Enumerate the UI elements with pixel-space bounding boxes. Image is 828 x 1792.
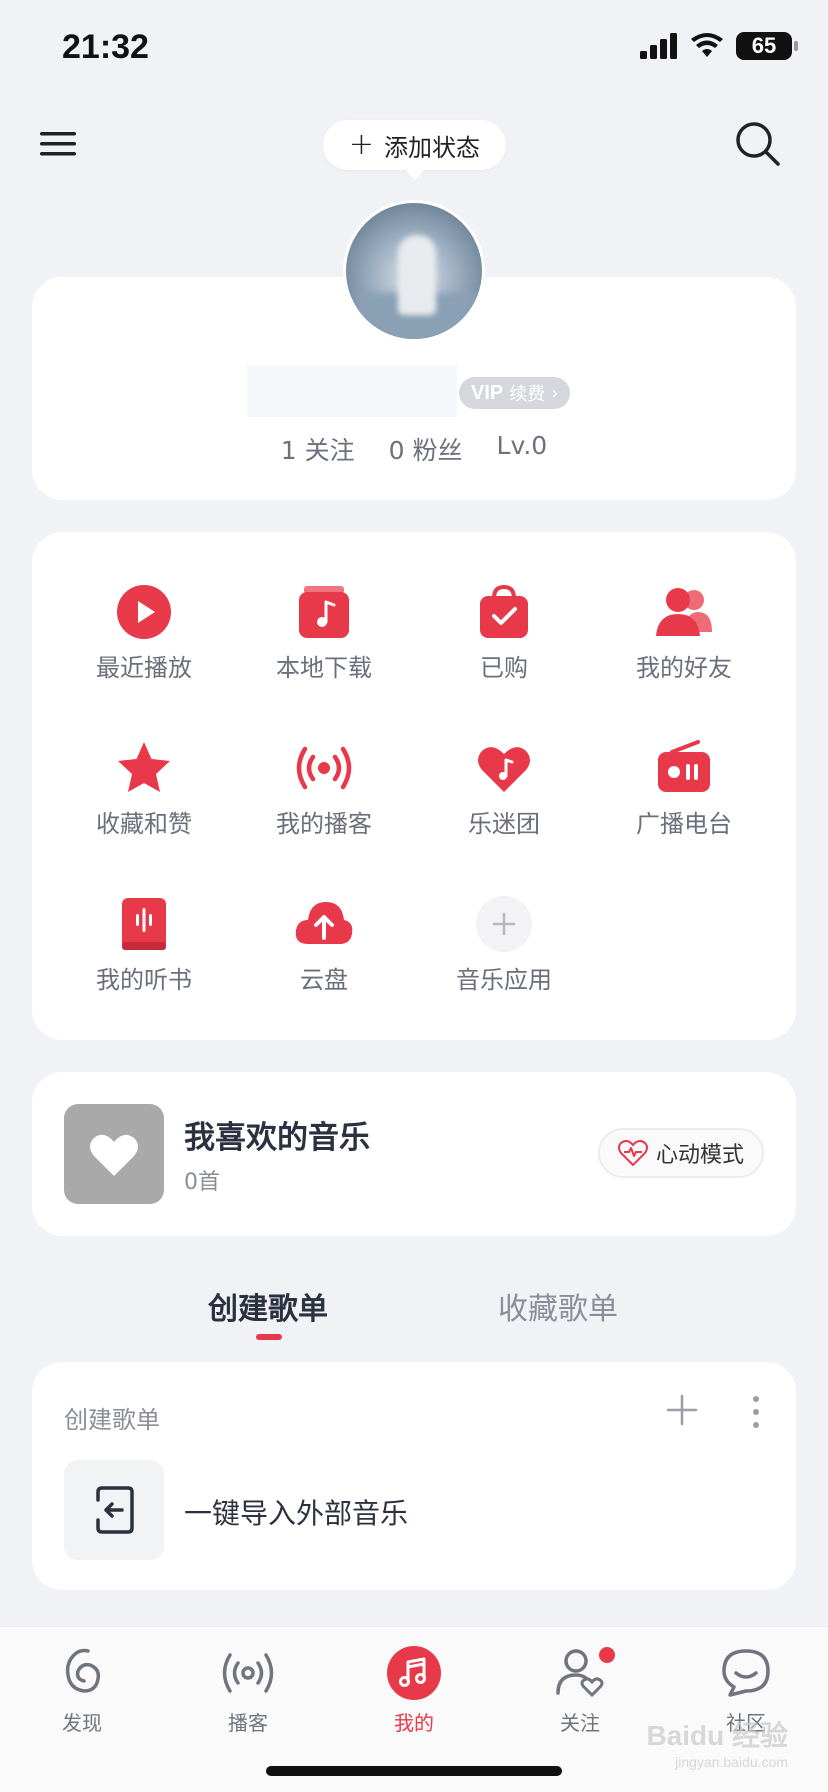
add-status-label: 添加状态: [384, 133, 481, 162]
cloud-upload-icon: [295, 902, 353, 944]
level-stat[interactable]: Lv.0: [497, 431, 548, 467]
search-icon[interactable]: [732, 118, 784, 170]
nav-label: 播客: [228, 1711, 268, 1735]
heart-music-icon: [478, 747, 530, 792]
grid-item-local-download[interactable]: 本地下载: [234, 562, 414, 692]
add-status-button[interactable]: + 添加状态: [323, 120, 506, 180]
liked-music-cover[interactable]: [64, 1104, 164, 1204]
heart-mode-label: 心动模式: [655, 1143, 744, 1168]
more-vertical-icon[interactable]: [750, 1394, 762, 1430]
import-label: 一键导入外部音乐: [184, 1497, 409, 1530]
plus-icon[interactable]: [664, 1392, 700, 1428]
grid-item-music-apps[interactable]: 音乐应用: [414, 874, 594, 1004]
music-note-folder-icon: [299, 586, 349, 638]
nav-label: 我的: [394, 1711, 434, 1735]
grid-item-cloud-drive[interactable]: 云盘: [234, 874, 414, 1004]
playlist-tabs: 创建歌单 收藏歌单: [0, 1284, 828, 1344]
liked-music-title: 我喜欢的音乐: [184, 1120, 370, 1156]
watermark-url: jingyan.baidu.com: [675, 1754, 788, 1770]
following-count: 1: [280, 436, 297, 465]
fans-stat[interactable]: 0 粉丝: [389, 431, 463, 467]
tab-collected-playlists[interactable]: 收藏歌单: [498, 1284, 618, 1328]
cellular-signal-icon: [640, 33, 677, 59]
grid-item-fan-club[interactable]: 乐迷团: [414, 718, 594, 848]
radio-icon: [658, 740, 710, 792]
grid-item-audiobooks[interactable]: 我的听书: [54, 874, 234, 1004]
music-note-icon: [387, 1646, 441, 1700]
book-audio-icon: [122, 898, 166, 950]
home-indicator: [266, 1766, 562, 1776]
nav-podcast[interactable]: 播客: [193, 1643, 303, 1753]
play-circle-icon: [117, 585, 171, 639]
import-icon: [96, 1486, 134, 1534]
shopping-bag-check-icon: [480, 584, 528, 638]
grid-item-purchased[interactable]: 已购: [414, 562, 594, 692]
avatar-figure: [398, 235, 436, 315]
tab-created-playlists[interactable]: 创建歌单: [208, 1284, 328, 1328]
battery-indicator: 65: [736, 32, 798, 60]
shortcut-grid: 最近播放 本地下载 已购 我的好友 收藏和赞 我的播客 乐迷团 广播电台 我的听…: [32, 532, 796, 1040]
vip-brand: VIP: [471, 381, 504, 404]
grid-item-label: 云盘: [300, 966, 348, 994]
fans-label: 粉丝: [412, 436, 463, 465]
chevron-right-icon: ›: [551, 382, 559, 404]
podcast-icon: [222, 1653, 274, 1693]
plus-icon: +: [348, 127, 375, 162]
vip-renew-badge[interactable]: VIP 续费 ›: [459, 377, 571, 409]
grid-item-radio[interactable]: 广播电台: [594, 718, 774, 848]
fans-count: 0: [388, 436, 405, 465]
discover-icon: [65, 1648, 101, 1693]
liked-music-card[interactable]: 我喜欢的音乐 0首 心动模式: [32, 1072, 796, 1236]
username[interactable]: [247, 365, 457, 417]
grid-item-label: 广播电台: [636, 810, 732, 838]
nav-label: 关注: [560, 1711, 600, 1735]
grid-item-label: 乐迷团: [468, 810, 540, 838]
menu-icon[interactable]: [36, 122, 80, 166]
community-icon: [722, 1649, 770, 1697]
grid-item-label: 我的听书: [96, 966, 192, 994]
grid-item-label: 最近播放: [96, 654, 192, 682]
grid-item-label: 我的播客: [276, 810, 372, 838]
avatar[interactable]: [343, 200, 485, 342]
vip-renew-label: 续费: [509, 384, 546, 405]
notification-dot: [599, 1647, 615, 1663]
liked-music-count: 0首: [184, 1170, 220, 1195]
status-time: 21:32: [62, 28, 149, 66]
following-label: 关注: [304, 436, 355, 465]
grid-item-my-podcast[interactable]: 我的播客: [234, 718, 414, 848]
profile-stats: 1 关注 0 粉丝 Lv.0: [32, 431, 796, 467]
grid-item-label: 音乐应用: [456, 966, 552, 994]
broadcast-icon: [296, 746, 352, 790]
grid-item-label: 我的好友: [636, 654, 732, 682]
plus-circle-icon: [476, 896, 532, 952]
grid-item-label: 已购: [480, 654, 528, 682]
created-playlists-card: 创建歌单 一键导入外部音乐: [32, 1362, 796, 1590]
created-playlists-header: 创建歌单: [64, 1406, 160, 1434]
status-bar: 21:32 65: [0, 0, 828, 100]
nav-label: 发现: [62, 1711, 102, 1735]
grid-item-favorites[interactable]: 收藏和赞: [54, 718, 234, 848]
following-stat[interactable]: 1 关注: [281, 431, 355, 467]
star-icon: [118, 742, 170, 792]
wifi-icon: [691, 33, 723, 57]
top-bar: + 添加状态: [0, 100, 828, 190]
heart-icon: [90, 1134, 138, 1176]
grid-item-label: 收藏和赞: [96, 810, 192, 838]
status-icons: 65: [640, 32, 798, 60]
friends-icon: [656, 588, 712, 636]
grid-item-recent-play[interactable]: 最近播放: [54, 562, 234, 692]
watermark-brand: Baidu 经验: [646, 1720, 788, 1751]
grid-item-label: 本地下载: [276, 654, 372, 682]
heart-mode-button[interactable]: 心动模式: [597, 1128, 764, 1178]
import-external-music[interactable]: 一键导入外部音乐: [64, 1460, 764, 1560]
nav-follow[interactable]: 关注: [525, 1643, 635, 1753]
nav-discover[interactable]: 发现: [27, 1643, 137, 1753]
nav-mine[interactable]: 我的: [359, 1643, 469, 1753]
tab-indicator: [256, 1334, 282, 1340]
import-icon-box: [64, 1460, 164, 1560]
heartbeat-icon: [617, 1139, 648, 1167]
watermark: Baidu 经验 jingyan.baidu.com: [646, 1714, 788, 1770]
grid-item-my-friends[interactable]: 我的好友: [594, 562, 774, 692]
